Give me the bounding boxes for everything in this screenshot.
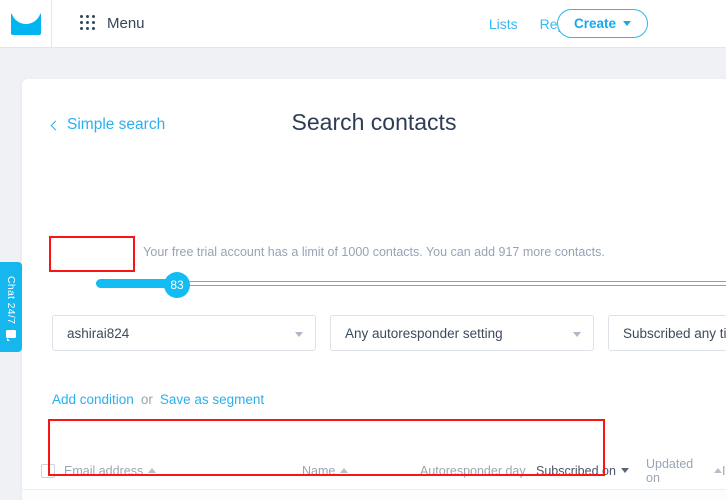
progress-value-badge: 83 — [164, 272, 190, 298]
create-button[interactable]: Create — [556, 9, 648, 38]
chat-widget-label: Chat 24/7 — [5, 276, 17, 325]
contacts-results-table: Email address Name Autoresponder day Sub… — [22, 452, 726, 500]
column-header-autoresponder-day-label: Autoresponder day — [420, 463, 526, 478]
column-header-name-label: Name — [302, 463, 336, 478]
save-as-segment-link[interactable]: Save as segment — [160, 392, 264, 407]
envelope-logo-icon — [10, 12, 41, 35]
add-condition-link[interactable]: Add condition — [52, 392, 134, 407]
sort-asc-icon — [340, 468, 349, 473]
trial-limit-note: Your free trial account has a limit of 1… — [143, 245, 605, 259]
app-logo[interactable] — [0, 0, 52, 47]
column-header-ip-address-label: IP add — [722, 463, 726, 478]
chat-widget-tab[interactable]: Chat 24/7 — [0, 262, 22, 352]
caret-down-icon — [295, 332, 303, 337]
filter-subscribed-select[interactable]: Subscribed any time — [608, 315, 726, 351]
menu-label: Menu — [107, 15, 145, 32]
create-button-label: Create — [573, 16, 616, 31]
nav-item-lists[interactable]: Lists — [489, 16, 518, 32]
card-header: Simple search Search contacts — [22, 79, 726, 153]
column-header-updated-on[interactable]: Updated on — [646, 457, 722, 485]
sort-asc-icon — [714, 468, 722, 473]
filter-list-value: ashirai824 — [67, 325, 130, 341]
chevron-down-icon — [623, 21, 631, 26]
table-row[interactable]: bondjamesbond007@gmail.com ashirai824 Ja… — [22, 490, 726, 500]
or-label: or — [140, 392, 153, 407]
filter-list-select[interactable]: ashirai824 — [52, 315, 316, 351]
select-all-cell — [22, 463, 64, 478]
caret-down-icon — [573, 332, 581, 337]
progress-track — [96, 281, 726, 286]
search-filter-row: ashirai824 Any autoresponder setting Sub… — [52, 315, 726, 351]
page-title: Search contacts — [291, 109, 457, 135]
select-all-checkbox[interactable] — [41, 463, 55, 478]
column-header-ip-address[interactable]: IP add — [722, 464, 726, 478]
filter-autoresponder-value: Any autoresponder setting — [345, 325, 503, 341]
menu-button[interactable]: Menu — [80, 15, 145, 32]
column-header-name[interactable]: Name — [302, 464, 420, 478]
column-header-autoresponder-day[interactable]: Autoresponder day — [420, 464, 536, 478]
column-header-email[interactable]: Email address — [64, 464, 302, 478]
filter-subscribed-value: Subscribed any time — [623, 325, 726, 341]
column-header-subscribed-on[interactable]: Subscribed on — [536, 464, 646, 478]
contacts-usage-progress: 83 — [96, 272, 726, 298]
search-contacts-card: Simple search Search contacts Your free … — [22, 79, 726, 500]
condition-actions: Add condition or Save as segment — [52, 392, 264, 407]
table-header-row: Email address Name Autoresponder day Sub… — [22, 452, 726, 490]
top-navigation-bar: Menu Lists Reports Drafts Create — [0, 0, 726, 48]
column-header-email-label: Email address — [64, 463, 144, 478]
column-header-subscribed-on-label: Subscribed on — [536, 463, 616, 478]
grid-dots-icon — [80, 15, 97, 32]
sort-asc-icon — [148, 468, 157, 473]
filter-autoresponder-select[interactable]: Any autoresponder setting — [330, 315, 594, 351]
column-header-updated-on-label: Updated on — [646, 456, 694, 485]
app-root: Menu Lists Reports Drafts Create Simple … — [0, 0, 726, 500]
sort-desc-icon — [620, 468, 629, 473]
speech-bubble-icon — [6, 329, 16, 341]
